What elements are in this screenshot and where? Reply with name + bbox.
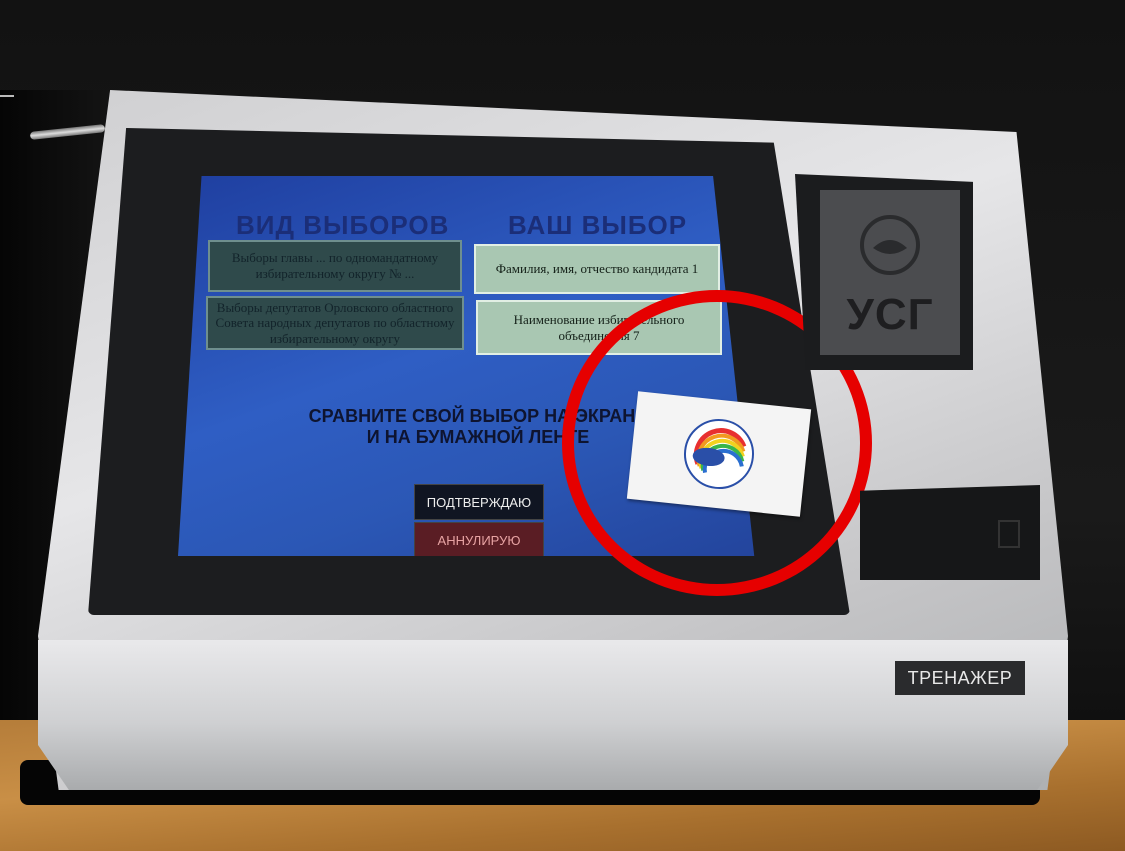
choice-box-1: Фамилия, имя, отчество кандидата 1 (474, 244, 720, 294)
election-box-1: Выборы главы ... по одномандатному избир… (208, 240, 462, 292)
edge-line (0, 95, 14, 97)
usg-label: УСГ (846, 290, 934, 339)
confirm-button[interactable]: ПОДТВЕРЖДАЮ (414, 484, 544, 520)
slot-detail (998, 520, 1020, 548)
header-your-choice: ВАШ ВЫБОР (508, 210, 688, 240)
election-box-2: Выборы депутатов Орловского областного С… (206, 296, 464, 350)
header-election-type: ВИД ВЫБОРОВ (236, 210, 450, 240)
trainer-label: ТРЕНАЖЕР (895, 661, 1025, 695)
photo-scene: ВИД ВЫБОРОВ ВАШ ВЫБОР Выборы главы ... п… (0, 0, 1125, 851)
emblem-icon (860, 215, 920, 275)
cancel-button[interactable]: АННУЛИРУЮ (414, 522, 544, 556)
usg-panel: УСГ (820, 190, 960, 355)
